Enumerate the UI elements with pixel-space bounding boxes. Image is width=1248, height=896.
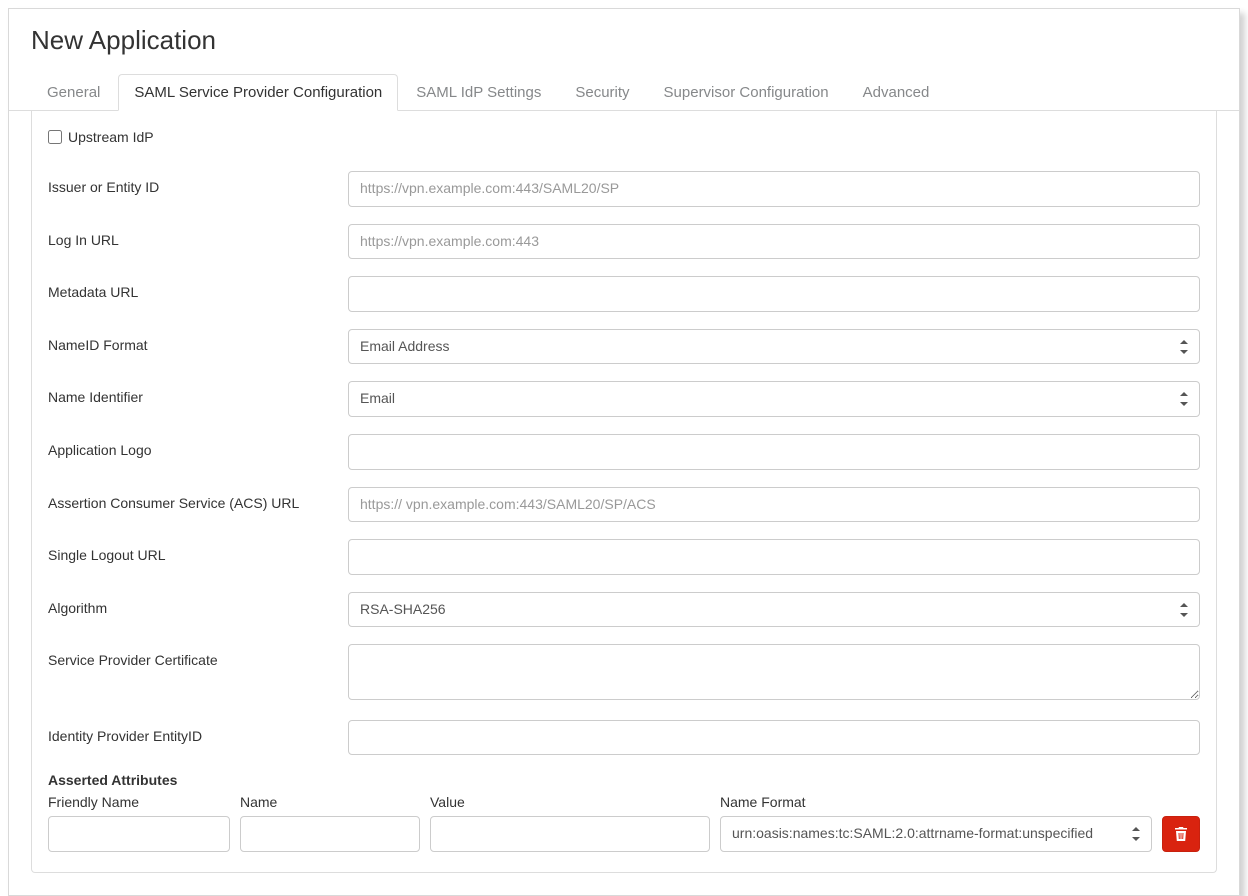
- login-url-label: Log In URL: [48, 224, 348, 248]
- attr-friendly-name-input[interactable]: [48, 816, 230, 852]
- single-logout-url-input[interactable]: [348, 539, 1200, 575]
- algorithm-label: Algorithm: [48, 592, 348, 616]
- tab-supervisor-configuration[interactable]: Supervisor Configuration: [648, 74, 845, 111]
- application-logo-label: Application Logo: [48, 434, 348, 458]
- col-name-format-label: Name Format: [720, 794, 1152, 810]
- attr-name-format-select[interactable]: urn:oasis:names:tc:SAML:2.0:attrname-for…: [720, 816, 1152, 852]
- upstream-idp-label: Upstream IdP: [68, 129, 154, 145]
- sp-certificate-label: Service Provider Certificate: [48, 644, 348, 668]
- col-value-label: Value: [430, 794, 710, 810]
- page-title: New Application: [31, 25, 1239, 56]
- upstream-idp-field[interactable]: Upstream IdP: [48, 129, 154, 145]
- nameid-format-select[interactable]: Email Address: [348, 329, 1200, 365]
- tab-general[interactable]: General: [31, 74, 116, 111]
- acs-url-input[interactable]: [348, 487, 1200, 523]
- nameid-format-label: NameID Format: [48, 329, 348, 353]
- delete-attribute-button[interactable]: [1162, 816, 1200, 852]
- name-identifier-label: Name Identifier: [48, 381, 348, 405]
- idp-entity-id-input[interactable]: [348, 720, 1200, 756]
- algorithm-select[interactable]: RSA-SHA256: [348, 592, 1200, 628]
- single-logout-url-label: Single Logout URL: [48, 539, 348, 563]
- login-url-input[interactable]: [348, 224, 1200, 260]
- issuer-input[interactable]: [348, 171, 1200, 207]
- issuer-label: Issuer or Entity ID: [48, 171, 348, 195]
- col-name-label: Name: [240, 794, 420, 810]
- tab-security[interactable]: Security: [559, 74, 645, 111]
- metadata-url-input[interactable]: [348, 276, 1200, 312]
- modal-panel: New Application General SAML Service Pro…: [8, 8, 1240, 896]
- sp-certificate-textarea[interactable]: [348, 644, 1200, 699]
- tab-bar: General SAML Service Provider Configurat…: [9, 74, 1239, 111]
- tab-saml-sp-config[interactable]: SAML Service Provider Configuration: [118, 74, 398, 111]
- tab-advanced[interactable]: Advanced: [847, 74, 946, 111]
- asserted-attributes-heading: Asserted Attributes: [48, 772, 1200, 788]
- idp-entity-id-label: Identity Provider EntityID: [48, 720, 348, 744]
- attr-name-input[interactable]: [240, 816, 420, 852]
- asserted-attributes-table: Friendly Name Name Value Name Format urn…: [48, 794, 1200, 852]
- tab-saml-idp-settings[interactable]: SAML IdP Settings: [400, 74, 557, 111]
- upstream-idp-checkbox[interactable]: [48, 130, 62, 144]
- col-friendly-name-label: Friendly Name: [48, 794, 230, 810]
- application-logo-input[interactable]: [348, 434, 1200, 470]
- attr-value-input[interactable]: [430, 816, 710, 852]
- name-identifier-select[interactable]: Email: [348, 381, 1200, 417]
- acs-url-label: Assertion Consumer Service (ACS) URL: [48, 487, 348, 511]
- metadata-url-label: Metadata URL: [48, 276, 348, 300]
- tab-content: Upstream IdP Issuer or Entity ID Log In …: [31, 111, 1217, 873]
- trash-icon: [1174, 826, 1188, 842]
